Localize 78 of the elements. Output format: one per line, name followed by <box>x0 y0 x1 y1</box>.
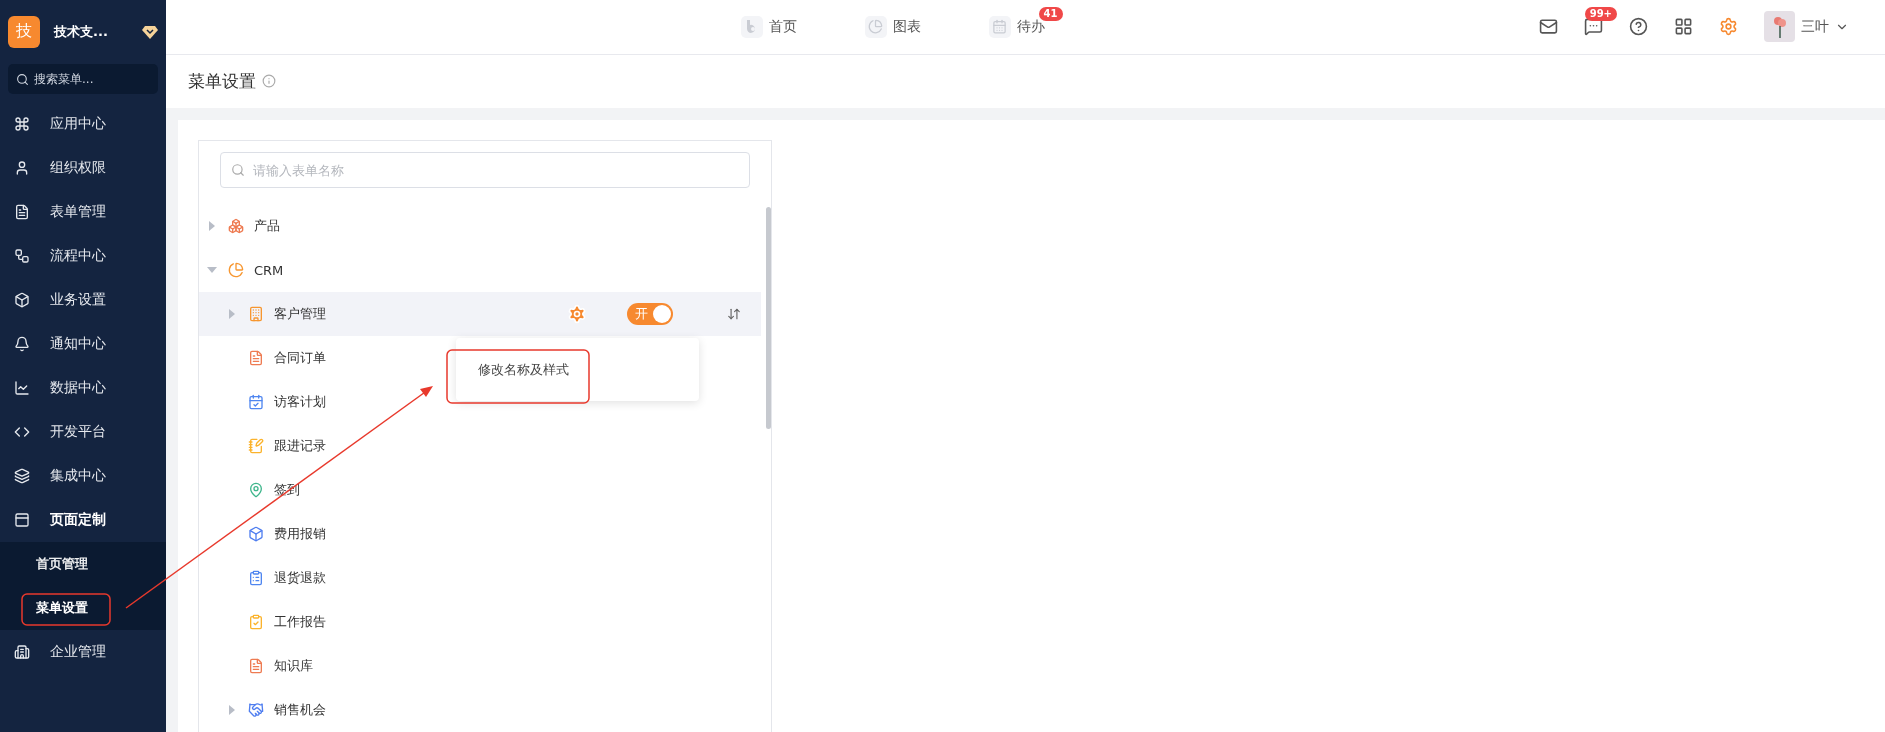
logo: 技 <box>8 15 40 48</box>
layout-icon <box>14 512 30 528</box>
form-icon <box>228 262 244 278</box>
sidebar-item[interactable]: 流程中心 <box>0 234 166 278</box>
sidebar-item[interactable]: 组织权限 <box>0 146 166 190</box>
sidebar-item[interactable]: 集成中心 <box>0 454 166 498</box>
layers-icon <box>14 468 30 484</box>
settings-icon[interactable] <box>1719 17 1738 37</box>
form-icon <box>248 350 264 366</box>
node-label: 产品 <box>254 217 280 235</box>
building-icon <box>14 644 30 660</box>
count-badge: 41 <box>1038 6 1063 21</box>
menu-item[interactable]: 修改名称及样式 <box>478 360 569 379</box>
help-icon[interactable] <box>1629 17 1648 37</box>
search-icon <box>16 73 29 86</box>
flow-icon <box>14 248 30 264</box>
node-label: 费用报销 <box>274 525 326 543</box>
user-name[interactable]: 三叶 <box>1801 17 1829 36</box>
sidebar-item[interactable]: 数据中心 <box>0 366 166 410</box>
form-icon <box>248 570 264 586</box>
form-icon <box>248 394 264 410</box>
sidebar-item[interactable]: 企业管理 <box>0 630 166 674</box>
nav-tab[interactable]: 首页 <box>740 15 797 38</box>
bell-icon <box>14 336 30 352</box>
sidebar-item[interactable]: 表单管理 <box>0 190 166 234</box>
sidebar-item[interactable]: 业务设置 <box>0 278 166 322</box>
flower-icon <box>1772 14 1787 39</box>
avatar[interactable] <box>1764 11 1795 43</box>
command-icon <box>14 116 30 132</box>
sidebar-item[interactable]: 开发平台 <box>0 410 166 454</box>
page-title: 菜单设置 <box>188 69 256 93</box>
form-icon <box>248 702 264 718</box>
node-label: 客户管理 <box>274 305 326 323</box>
line-chart-icon <box>14 380 30 396</box>
form-icon <box>248 658 264 674</box>
tree-row[interactable]: 客户管理 开 <box>199 292 761 336</box>
nav-tab[interactable]: 图表 <box>864 15 921 38</box>
node-label: CRM <box>254 262 284 278</box>
form-icon <box>228 218 244 234</box>
cube-icon <box>14 292 30 308</box>
submenu-item[interactable]: 首页管理 <box>0 542 166 586</box>
search-icon <box>231 163 245 177</box>
form-icon <box>248 306 264 322</box>
pie-chart-icon <box>864 15 887 38</box>
sort-icon[interactable] <box>727 307 741 321</box>
node-label: 知识库 <box>274 657 313 675</box>
form-icon <box>248 614 264 630</box>
scrollbar[interactable] <box>766 207 771 429</box>
form-icon <box>248 526 264 542</box>
node-label: 工作报告 <box>274 613 326 631</box>
document-icon <box>14 204 30 220</box>
sidebar-item[interactable]: 页面定制 <box>0 498 166 542</box>
node-label: 跟进记录 <box>274 437 326 455</box>
form-icon <box>248 438 264 454</box>
node-label: 访客计划 <box>274 393 326 411</box>
form-icon <box>248 482 264 498</box>
apps-grid-icon[interactable] <box>1674 17 1693 37</box>
caret-icon[interactable] <box>209 221 215 231</box>
code-icon <box>14 424 30 440</box>
node-label: 合同订单 <box>274 349 326 367</box>
diamond-icon <box>142 24 158 39</box>
info-icon[interactable] <box>262 74 276 89</box>
mail-icon[interactable] <box>1539 17 1558 37</box>
caret-icon[interactable] <box>229 705 235 715</box>
user-icon <box>14 160 30 176</box>
chat-icon[interactable] <box>1584 17 1603 37</box>
caret-icon[interactable] <box>207 267 217 273</box>
sidebar-item[interactable]: 通知中心 <box>0 322 166 366</box>
sidebar-item[interactable]: 应用中心 <box>0 102 166 146</box>
node-label: 退货退款 <box>274 569 326 587</box>
count-badge: 99+ <box>1584 7 1617 22</box>
brand-name: 技术支... <box>54 22 109 41</box>
search-field[interactable]: 搜索菜单... <box>8 64 158 94</box>
calendar-icon <box>988 15 1011 38</box>
node-label: 销售机会 <box>274 701 326 719</box>
b-logo-icon <box>740 15 763 38</box>
caret-icon[interactable] <box>229 309 235 319</box>
search-field[interactable]: 请输入表单名称 <box>220 152 750 188</box>
